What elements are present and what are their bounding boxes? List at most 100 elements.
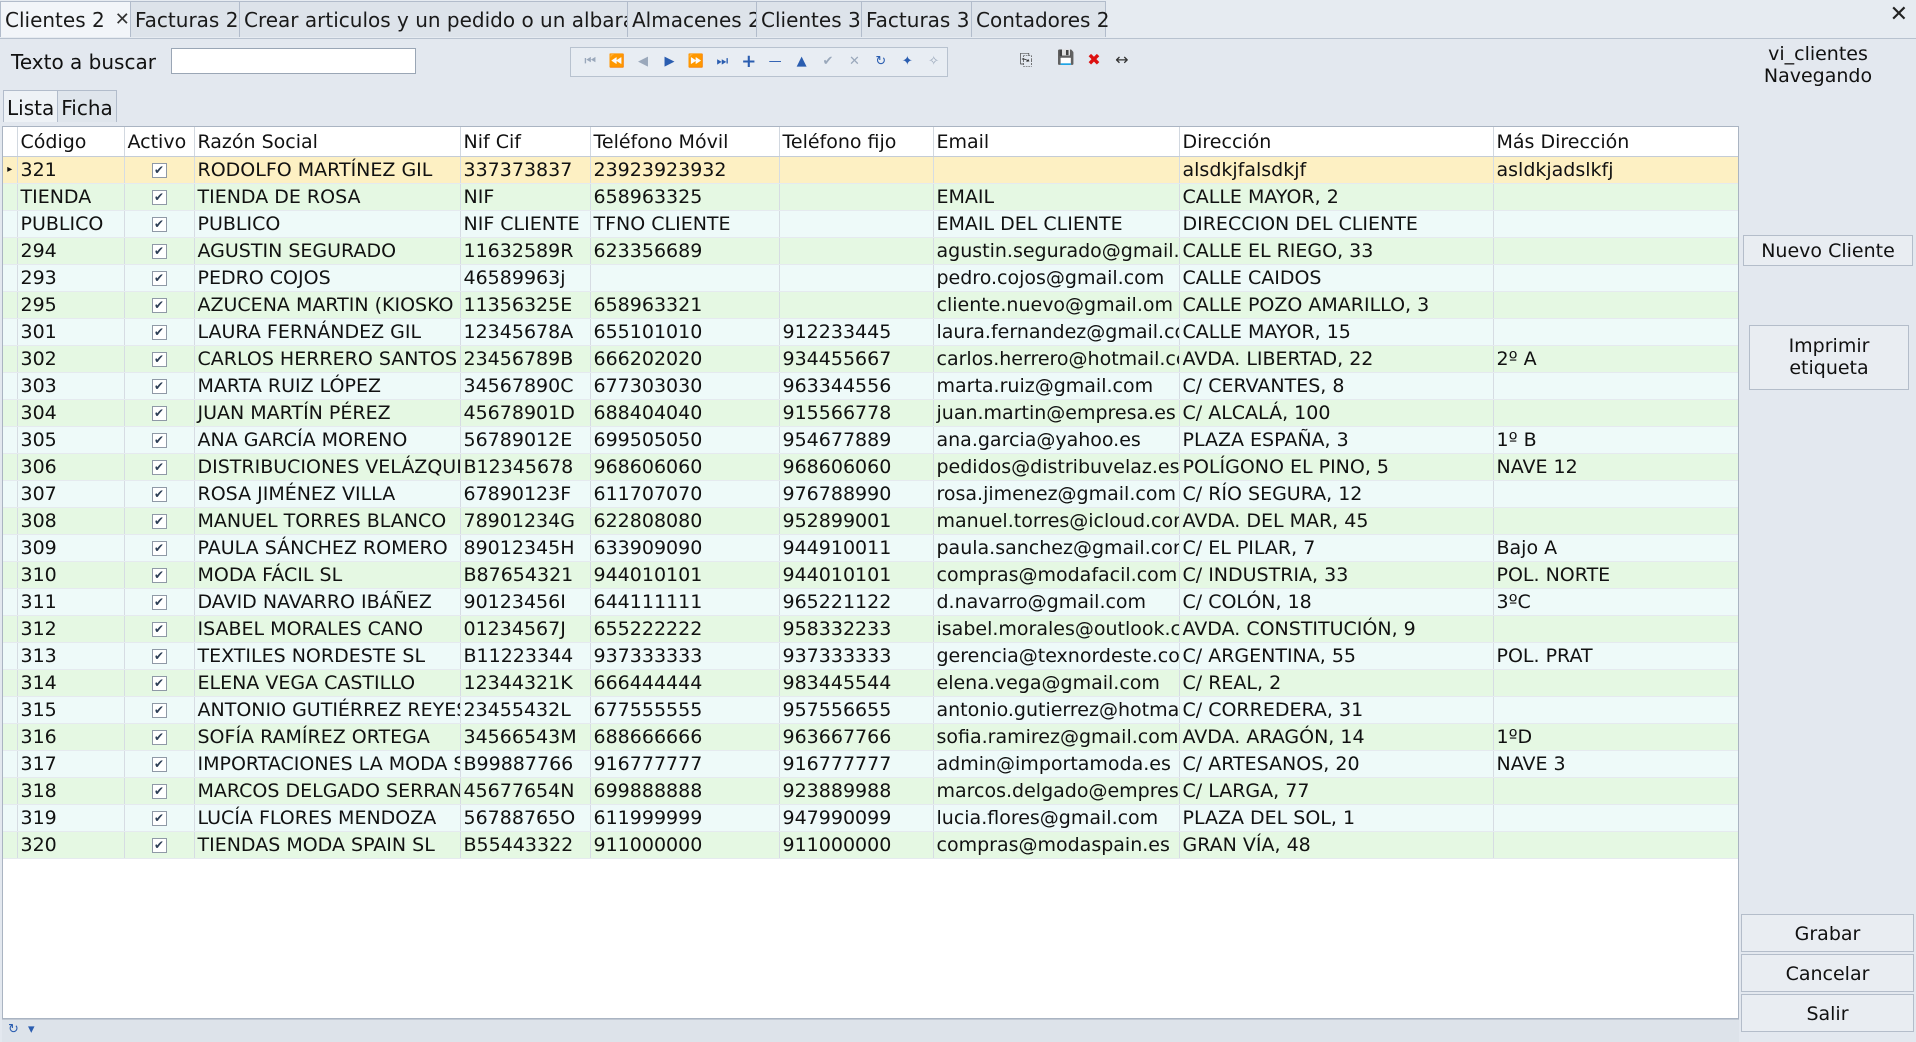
- table-cell[interactable]: 983445544: [779, 669, 934, 697]
- table-cell[interactable]: [1493, 237, 1738, 265]
- table-cell[interactable]: POL. NORTE: [1493, 561, 1738, 589]
- table-cell[interactable]: TFNO CLIENTE: [590, 210, 780, 238]
- table-cell[interactable]: C/ LARGA, 77: [1179, 777, 1494, 805]
- table-cell[interactable]: EMAIL DEL CLIENTE: [933, 210, 1180, 238]
- tab-lista[interactable]: Lista: [3, 90, 59, 122]
- table-cell[interactable]: 699505050: [590, 426, 780, 454]
- table-cell[interactable]: [1493, 210, 1738, 238]
- table-cell[interactable]: 644111111: [590, 588, 780, 616]
- table-cell[interactable]: CARLOS HERRERO SANTOS: [194, 345, 461, 373]
- table-cell[interactable]: 11356325E: [460, 291, 591, 319]
- table-cell[interactable]: marta.ruiz@gmail.com: [933, 372, 1180, 400]
- checkbox[interactable]: ✔: [151, 433, 167, 448]
- table-cell[interactable]: sofia.ramirez@gmail.com: [933, 723, 1180, 751]
- column-header[interactable]: Activo: [124, 127, 195, 157]
- table-cell[interactable]: cliente.nuevo@gmail.om: [933, 291, 1180, 319]
- table-cell[interactable]: [1493, 183, 1738, 211]
- table-cell[interactable]: 623356689: [590, 237, 780, 265]
- table-cell[interactable]: ISABEL MORALES CANO: [194, 615, 461, 643]
- active-checkbox-cell[interactable]: ✔: [124, 345, 195, 373]
- table-cell[interactable]: JUAN MARTÍN PÉREZ: [194, 399, 461, 427]
- table-row[interactable]: 311 ✔ DAVID NAVARRO IBÁÑEZ 90123456I 6441111…: [3, 588, 1738, 616]
- table-cell[interactable]: marcos.delgado@empresa: [933, 777, 1180, 805]
- table-cell[interactable]: 67890123F: [460, 480, 591, 508]
- table-cell[interactable]: [779, 264, 934, 292]
- tab-crear-articulos[interactable]: Crear articulos y un pedido o un albaran: [239, 1, 648, 37]
- active-checkbox-cell[interactable]: ✔: [124, 426, 195, 454]
- table-cell[interactable]: 12345678A: [460, 318, 591, 346]
- table-cell[interactable]: 944010101: [779, 561, 934, 589]
- tab-almacenes-2[interactable]: Almacenes 2: [627, 1, 761, 37]
- table-cell[interactable]: 915566778: [779, 399, 934, 427]
- checkbox[interactable]: ✔: [151, 757, 167, 772]
- table-cell[interactable]: C/ EL PILAR, 7: [1179, 534, 1494, 562]
- table-cell[interactable]: [1493, 804, 1738, 832]
- table-cell[interactable]: B11223344: [460, 642, 591, 670]
- column-header[interactable]: Más Dirección: [1493, 127, 1738, 157]
- tab-clientes-2[interactable]: Clientes 2 ✕: [0, 1, 131, 37]
- table-cell[interactable]: 294: [17, 237, 125, 265]
- exit-button[interactable]: Salir: [1741, 994, 1914, 1032]
- table-cell[interactable]: 12344321K: [460, 669, 591, 697]
- table-cell[interactable]: 1ºD: [1493, 723, 1738, 751]
- table-cell[interactable]: [1493, 615, 1738, 643]
- table-row[interactable]: PUBLICO ✔ PUBLICO NIF CLIENTE TFNO CLIENTE EM…: [3, 210, 1738, 238]
- cancel-button[interactable]: Cancelar: [1741, 954, 1914, 992]
- table-cell[interactable]: 958332233: [779, 615, 934, 643]
- table-row[interactable]: 317 ✔ IMPORTACIONES LA MODA S B99887766 9167…: [3, 750, 1738, 778]
- column-header[interactable]: Email: [933, 127, 1180, 157]
- add-record-icon[interactable]: +: [736, 48, 762, 76]
- search-input[interactable]: [171, 48, 416, 74]
- table-cell[interactable]: AZUCENA MARTIN (KIOSKO: [194, 291, 461, 319]
- checkbox[interactable]: ✔: [151, 298, 167, 313]
- checkbox[interactable]: ✔: [151, 460, 167, 475]
- checkbox[interactable]: ✔: [151, 271, 167, 286]
- checkbox[interactable]: ✔: [151, 595, 167, 610]
- table-cell[interactable]: 677555555: [590, 696, 780, 724]
- table-cell[interactable]: PLAZA ESPAÑA, 3: [1179, 426, 1494, 454]
- table-cell[interactable]: [779, 291, 934, 319]
- previous-record-icon[interactable]: ◀: [630, 48, 656, 76]
- table-cell[interactable]: 304: [17, 399, 125, 427]
- table-cell[interactable]: 912233445: [779, 318, 934, 346]
- table-cell[interactable]: MODA FÁCIL SL: [194, 561, 461, 589]
- active-checkbox-cell[interactable]: ✔: [124, 750, 195, 778]
- table-cell[interactable]: rosa.jimenez@gmail.com: [933, 480, 1180, 508]
- cancel-edit-icon[interactable]: ✕: [841, 48, 867, 76]
- checkbox[interactable]: ✔: [151, 838, 167, 853]
- table-cell[interactable]: LUCÍA FLORES MENDOZA: [194, 804, 461, 832]
- clients-grid[interactable]: Código Activo Razón Social Nif Cif Teléf…: [2, 126, 1739, 1019]
- table-cell[interactable]: 666444444: [590, 669, 780, 697]
- filter-icon[interactable]: ▾: [28, 1022, 35, 1037]
- table-row[interactable]: 304 ✔ JUAN MARTÍN PÉREZ 45678901D 688404040 9…: [3, 399, 1738, 427]
- table-cell[interactable]: [1493, 264, 1738, 292]
- table-cell[interactable]: 309: [17, 534, 125, 562]
- checkbox[interactable]: ✔: [151, 676, 167, 691]
- table-row[interactable]: 312 ✔ ISABEL MORALES CANO 01234567J 65522222…: [3, 615, 1738, 643]
- table-cell[interactable]: NIF CLIENTE: [460, 210, 591, 238]
- table-cell[interactable]: laura.fernandez@gmail.co: [933, 318, 1180, 346]
- table-cell[interactable]: 318: [17, 777, 125, 805]
- table-cell[interactable]: C/ ARTESANOS, 20: [1179, 750, 1494, 778]
- table-cell[interactable]: PUBLICO: [17, 210, 125, 238]
- table-cell[interactable]: AVDA. ARAGÓN, 14: [1179, 723, 1494, 751]
- table-cell[interactable]: 308: [17, 507, 125, 535]
- column-header[interactable]: Teléfono fijo: [779, 127, 934, 157]
- checkbox[interactable]: ✔: [151, 379, 167, 394]
- checkbox[interactable]: ✔: [151, 190, 167, 205]
- table-cell[interactable]: asldkjadslkfj: [1493, 156, 1738, 184]
- table-cell[interactable]: B87654321: [460, 561, 591, 589]
- table-cell[interactable]: 306: [17, 453, 125, 481]
- resize-columns-icon[interactable]: ↔: [1111, 50, 1133, 70]
- table-cell[interactable]: AVDA. DEL MAR, 45: [1179, 507, 1494, 535]
- table-cell[interactable]: AVDA. LIBERTAD, 22: [1179, 345, 1494, 373]
- table-cell[interactable]: 56788765O: [460, 804, 591, 832]
- tab-facturas-3[interactable]: Facturas 3: [861, 1, 972, 37]
- table-cell[interactable]: 23455432L: [460, 696, 591, 724]
- table-cell[interactable]: TIENDA DE ROSA: [194, 183, 461, 211]
- column-header[interactable]: Nif Cif: [460, 127, 591, 157]
- table-cell[interactable]: 688404040: [590, 399, 780, 427]
- table-cell[interactable]: carlos.herrero@hotmail.cc: [933, 345, 1180, 373]
- previous-page-icon[interactable]: ⏪: [603, 48, 629, 76]
- table-cell[interactable]: IMPORTACIONES LA MODA S: [194, 750, 461, 778]
